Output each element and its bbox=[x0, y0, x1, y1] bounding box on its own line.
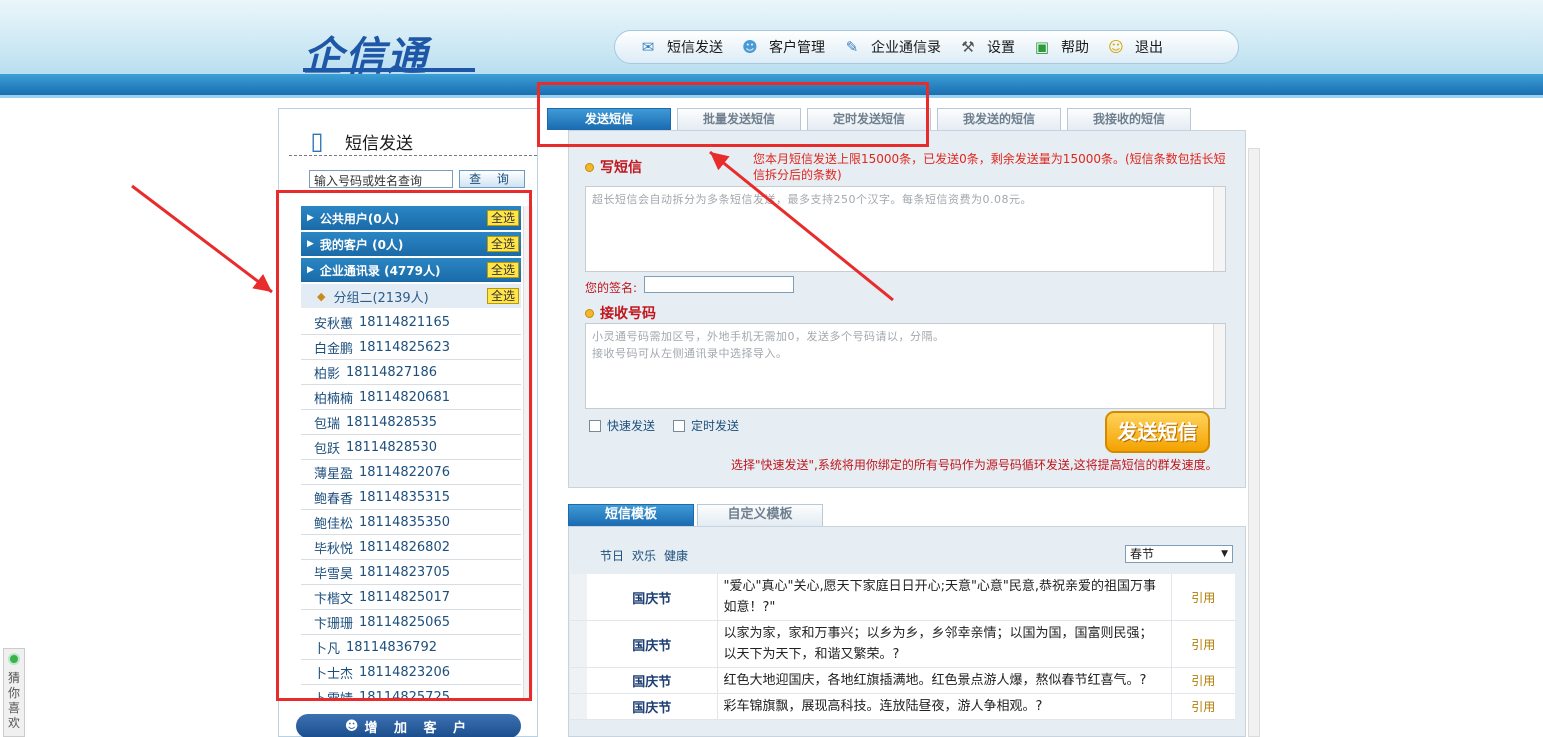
template-title: 国庆节 bbox=[587, 620, 717, 668]
template-categories: 节日 欢乐 健康 bbox=[600, 547, 696, 564]
fast-send-tip: 选择"快速发送",系统将用你绑定的所有号码作为源号码循环发送,这将提高短信的群发… bbox=[731, 458, 1218, 472]
annotation-arrow-left bbox=[131, 184, 273, 294]
nav-customer-management[interactable]: ☻ 客户管理 bbox=[739, 37, 825, 57]
template-table: 国庆节 "爱心"真心"关心,愿天下家庭日日开心;天意"心意"民意,恭祝亲爱的祖国万… bbox=[570, 574, 1235, 720]
page: { "brand": {"logo_text": "企信通"}, "nav": … bbox=[0, 0, 1543, 737]
message-placeholder: 超长短信会自动拆分为多条短信发送，最多支持250个汉字。每条短信资费为0.08元… bbox=[592, 193, 1032, 206]
top-nav: ✉ 短信发送 ☻ 客户管理 ✎ 企业通信录 ⚒ 设置 ▣ 帮助 ☺ 退出 bbox=[614, 30, 1239, 64]
template-row: 国庆节 彩车锦旗飘，展现高科技。连放陆昼夜，游人争相观。? 引用 bbox=[570, 693, 1235, 720]
sidebar-title: ▯ 短信发送 bbox=[301, 123, 413, 159]
category-health[interactable]: 健康 bbox=[664, 547, 688, 564]
nav-settings[interactable]: ⚒ 设置 bbox=[957, 37, 1015, 57]
send-sms-button[interactable]: 发送短信 bbox=[1105, 411, 1210, 453]
row-gutter bbox=[570, 693, 587, 720]
checkbox-box[interactable] bbox=[673, 419, 685, 432]
bullet-icon bbox=[585, 162, 594, 172]
guess-label: 猜你喜欢 bbox=[7, 671, 20, 730]
user-icon: ☻ bbox=[344, 718, 359, 734]
template-row: 国庆节 "爱心"真心"关心,愿天下家庭日日开心;天意"心意"民意,恭祝亲爱的祖国万… bbox=[570, 574, 1235, 621]
checkbox-box[interactable] bbox=[589, 419, 601, 432]
scheduled-send-checkbox[interactable]: 定时发送 bbox=[673, 417, 739, 434]
recipient-hint-1: 小灵通号码需加区号，外地手机无需加0，发送多个号码请以，分隔。 bbox=[592, 330, 945, 343]
status-dot-icon bbox=[8, 653, 20, 665]
template-tabs: 短信模板 自定义模板 bbox=[568, 504, 826, 526]
tab-sms-templates[interactable]: 短信模板 bbox=[568, 504, 694, 526]
fast-send-label: 快速发送 bbox=[607, 419, 656, 433]
search-button[interactable]: 查 询 bbox=[459, 170, 525, 188]
nav-contacts-book[interactable]: ✎ 企业通信录 bbox=[841, 37, 941, 57]
nav-label: 客户管理 bbox=[769, 40, 825, 56]
page-scrollbar[interactable] bbox=[1248, 148, 1260, 737]
holiday-select[interactable]: 春节 ▼ bbox=[1125, 545, 1233, 563]
row-gutter bbox=[570, 620, 587, 668]
divider bbox=[289, 155, 537, 156]
logo-underline bbox=[303, 68, 475, 72]
row-gutter bbox=[570, 574, 587, 621]
sms-send-icon: ✉ bbox=[641, 38, 655, 56]
category-joy[interactable]: 欢乐 bbox=[632, 547, 656, 564]
settings-icon: ⚒ bbox=[961, 38, 975, 56]
quote-button[interactable]: 引用 bbox=[1171, 574, 1235, 621]
template-row: 国庆节 以家为家，家和万事兴；以乡为乡，乡邻幸亲情；以国为国，国富则民强；以天下为… bbox=[570, 620, 1235, 668]
nav-help[interactable]: ▣ 帮助 bbox=[1031, 37, 1089, 57]
message-textarea[interactable]: 超长短信会自动拆分为多条短信发送，最多支持250个汉字。每条短信资费为0.08元… bbox=[585, 186, 1226, 272]
recipient-label: 接收号码 bbox=[600, 306, 656, 322]
template-content: 彩车锦旗飘，展现高科技。连放陆昼夜，游人争相观。? bbox=[716, 693, 1172, 720]
signature-label: 您的签名: bbox=[585, 281, 638, 295]
scheduled-send-label: 定时发送 bbox=[691, 419, 740, 433]
add-customer-button[interactable]: ☻ 增 加 客 户 bbox=[296, 714, 521, 737]
sidebar-title-text: 短信发送 bbox=[345, 133, 413, 154]
phone-icon: ▯ bbox=[310, 127, 324, 155]
fast-send-checkbox[interactable]: 快速发送 bbox=[589, 417, 655, 434]
annotation-box-contacts bbox=[276, 190, 532, 701]
nav-label: 帮助 bbox=[1061, 40, 1089, 56]
tab-custom-templates[interactable]: 自定义模板 bbox=[697, 504, 823, 526]
template-content: 红色大地迎国庆，各地红旗插满地。红色景点游人爆，熬似春节红喜气。? bbox=[716, 667, 1172, 694]
textarea-scrollbar[interactable] bbox=[1213, 324, 1225, 408]
nav-label: 企业通信录 bbox=[871, 40, 941, 56]
row-gutter bbox=[570, 667, 587, 694]
quote-button[interactable]: 引用 bbox=[1171, 667, 1235, 694]
nav-logout[interactable]: ☺ 退出 bbox=[1105, 37, 1163, 57]
quota-notice: 您本月短信发送上限15000条，已发送0条，剩余发送量为15000条。(短信条数… bbox=[753, 152, 1226, 182]
template-content: "爱心"真心"关心,愿天下家庭日日开心;天意"心意"民意,恭祝亲爱的祖国万事如意… bbox=[716, 574, 1172, 621]
contact-search-input[interactable]: 输入号码或姓名查询 bbox=[309, 170, 453, 188]
template-row: 国庆节 红色大地迎国庆，各地红旗插满地。红色景点游人爆，熬似春节红喜气。? 引用 bbox=[570, 667, 1235, 694]
logout-icon: ☺ bbox=[1108, 38, 1124, 56]
recipient-hint-2: 接收号码可从左侧通讯录中选择导入。 bbox=[592, 347, 788, 360]
contacts-book-icon: ✎ bbox=[845, 38, 859, 56]
bullet-icon bbox=[585, 308, 594, 318]
help-icon: ▣ bbox=[1034, 38, 1050, 56]
template-title: 国庆节 bbox=[587, 693, 717, 720]
write-sms-title: 写短信 bbox=[585, 157, 642, 177]
tab-received-messages[interactable]: 我接收的短信 bbox=[1067, 108, 1191, 130]
customer-icon: ☻ bbox=[742, 38, 758, 56]
holiday-select-value: 春节 bbox=[1130, 547, 1155, 561]
nav-label: 短信发送 bbox=[667, 40, 723, 56]
recipient-textarea[interactable]: 小灵通号码需加区号，外地手机无需加0，发送多个号码请以，分隔。 接收号码可从左侧… bbox=[585, 323, 1226, 409]
tab-sent-messages[interactable]: 我发送的短信 bbox=[937, 108, 1061, 130]
recipient-title: 接收号码 bbox=[585, 303, 656, 323]
write-sms-label: 写短信 bbox=[600, 160, 642, 176]
annotation-box-tabs bbox=[537, 82, 929, 147]
nav-sms-send[interactable]: ✉ 短信发送 bbox=[637, 37, 723, 57]
guess-you-like-widget[interactable]: 猜你喜欢 bbox=[3, 648, 25, 737]
nav-label: 退出 bbox=[1135, 40, 1163, 56]
signature-input[interactable] bbox=[644, 276, 794, 293]
category-festival[interactable]: 节日 bbox=[600, 547, 624, 564]
brand-logo: 企信通 bbox=[303, 33, 429, 80]
textarea-scrollbar[interactable] bbox=[1213, 187, 1225, 271]
template-title: 国庆节 bbox=[587, 667, 717, 694]
add-customer-label: 增 加 客 户 bbox=[364, 720, 473, 736]
template-title: 国庆节 bbox=[587, 574, 717, 621]
nav-label: 设置 bbox=[987, 40, 1015, 56]
template-content: 以家为家，家和万事兴；以乡为乡，乡邻幸亲情；以国为国，国富则民强；以天下为天下，… bbox=[716, 620, 1172, 668]
chevron-down-icon: ▼ bbox=[1221, 549, 1228, 559]
quote-button[interactable]: 引用 bbox=[1171, 620, 1235, 668]
quote-button[interactable]: 引用 bbox=[1171, 693, 1235, 720]
